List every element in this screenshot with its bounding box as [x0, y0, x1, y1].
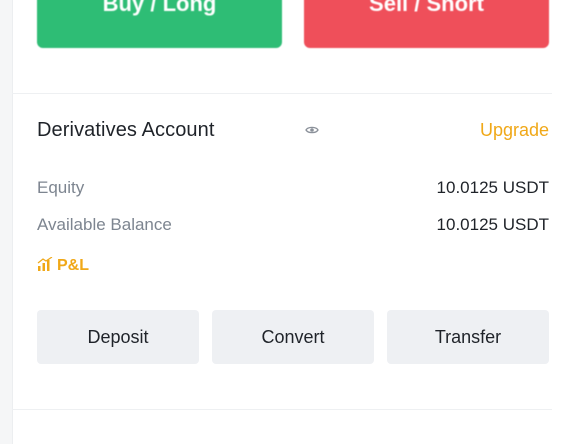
account-header: Derivatives Account Upgrade [37, 116, 549, 146]
divider [12, 93, 552, 94]
divider [12, 409, 552, 410]
convert-button[interactable]: Convert [212, 310, 374, 364]
available-balance-label: Available Balance [37, 215, 172, 234]
deposit-button[interactable]: Deposit [37, 310, 199, 364]
chart-icon [37, 257, 53, 271]
buy-long-button[interactable]: Buy / Long [37, 0, 282, 48]
available-balance-row: Available Balance 10.0125 USDT [37, 215, 549, 237]
available-balance-value: 10.0125 USDT [436, 215, 549, 234]
transfer-button[interactable]: Transfer [387, 310, 549, 364]
upgrade-link[interactable]: Upgrade [480, 120, 549, 141]
pnl-label: P&L [57, 257, 89, 274]
equity-row: Equity 10.0125 USDT [37, 178, 549, 200]
equity-label: Equity [37, 178, 85, 197]
trade-buttons: Buy / Long Sell / Short [37, 0, 549, 48]
derivatives-panel: Buy / Long Sell / Short Derivatives Acco… [0, 0, 570, 444]
sell-short-button[interactable]: Sell / Short [304, 0, 549, 48]
equity-value: 10.0125 USDT [436, 178, 549, 197]
pnl-link[interactable]: P&L [37, 257, 89, 279]
left-rail [0, 0, 13, 444]
eye-icon[interactable] [305, 125, 319, 135]
account-title: Derivatives Account [37, 119, 215, 141]
